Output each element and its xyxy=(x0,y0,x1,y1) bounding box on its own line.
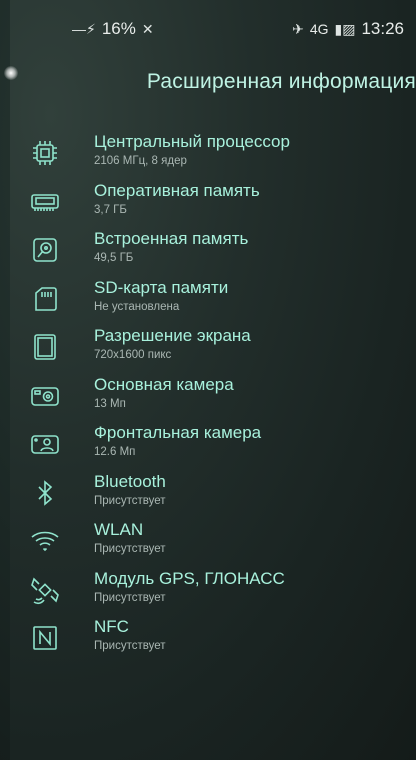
item-value: Присутствует xyxy=(94,494,166,507)
item-value: 49,5 ГБ xyxy=(94,252,134,264)
item-value: 3,7 ГБ xyxy=(94,203,127,216)
ram-module-icon xyxy=(30,187,60,217)
satellite-icon xyxy=(30,575,60,605)
item-title: NFC xyxy=(94,617,129,636)
item-title: Bluetooth xyxy=(94,471,166,491)
app-screen: —⚡ 16% ✕ ✈ 4G ▮▨ 13:26 Расширенная инфор… xyxy=(4,0,416,760)
rear-camera-icon xyxy=(30,381,60,411)
item-value: 13 Мп xyxy=(94,397,126,410)
cpu-chip-icon xyxy=(30,138,60,168)
list-item[interactable]: Встроенная память 49,5 ГБ xyxy=(10,229,416,278)
item-title: WLAN xyxy=(94,520,144,539)
bluetooth-icon xyxy=(30,478,60,508)
item-value: Присутствует xyxy=(94,640,166,652)
item-value: 720x1600 пикс xyxy=(94,349,172,361)
front-camera-icon xyxy=(30,429,60,459)
item-value: Присутствует xyxy=(94,591,166,604)
list-item[interactable]: Разрешение экрана 720x1600 пикс xyxy=(10,326,416,375)
item-title: Фронтальная камера xyxy=(94,423,262,442)
list-item[interactable]: NFC Присутствует xyxy=(10,617,416,666)
status-left: —⚡ 16% ✕ xyxy=(72,19,154,39)
item-value: 2106 МГц, 8 ядер xyxy=(94,155,187,167)
status-bar: —⚡ 16% ✕ ✈ 4G ▮▨ 13:26 xyxy=(10,0,416,56)
screen-icon xyxy=(30,332,60,362)
item-value: Не установлена xyxy=(94,300,180,313)
wifi-icon xyxy=(30,526,60,556)
list-item[interactable]: Основная камера 13 Мп xyxy=(10,375,416,424)
silent-icon: ✕ xyxy=(141,20,154,37)
item-value: 12.6 Мп xyxy=(94,446,136,458)
item-title: Центральный процессор xyxy=(94,132,290,151)
signal-icon: ▮▨ xyxy=(334,20,356,37)
item-title: Разрешение экрана xyxy=(94,326,251,345)
list-item[interactable]: SD-карта памяти Не установлена xyxy=(10,278,416,327)
list-item[interactable]: Bluetooth Присутствует xyxy=(10,472,416,521)
item-title: Встроенная память xyxy=(94,229,249,248)
network-type: 4G xyxy=(309,21,329,37)
airplane-icon: ✈ xyxy=(292,20,304,37)
item-title: Основная камера xyxy=(94,374,234,394)
nfc-icon xyxy=(30,623,60,653)
list-item[interactable]: Центральный процессор 2106 МГц, 8 ядер xyxy=(10,132,416,181)
battery-level: 16% xyxy=(101,19,136,38)
clock: 13:26 xyxy=(361,19,404,38)
item-title: Модуль GPS, ГЛОНАСС xyxy=(94,568,285,588)
sd-card-icon xyxy=(30,284,60,314)
item-title: SD-карта памяти xyxy=(94,277,229,297)
list-item[interactable]: Фронтальная камера 12.6 Мп xyxy=(10,423,416,472)
item-title: Оперативная память xyxy=(94,180,260,200)
item-value: Присутствует xyxy=(94,543,166,555)
back-glow-icon[interactable] xyxy=(4,66,18,80)
status-right: ✈ 4G ▮▨ 13:26 xyxy=(292,19,404,39)
list-item[interactable]: Модуль GPS, ГЛОНАСС Присутствует xyxy=(10,569,416,618)
list-item[interactable]: Оперативная память 3,7 ГБ xyxy=(10,181,416,230)
charging-icon: —⚡ xyxy=(72,20,96,37)
page-title: Расширенная информация xyxy=(146,70,416,93)
info-list: Центральный процессор 2106 МГц, 8 ядер О… xyxy=(10,132,416,666)
internal-storage-icon xyxy=(30,235,60,265)
list-item[interactable]: WLAN Присутствует xyxy=(10,520,416,569)
